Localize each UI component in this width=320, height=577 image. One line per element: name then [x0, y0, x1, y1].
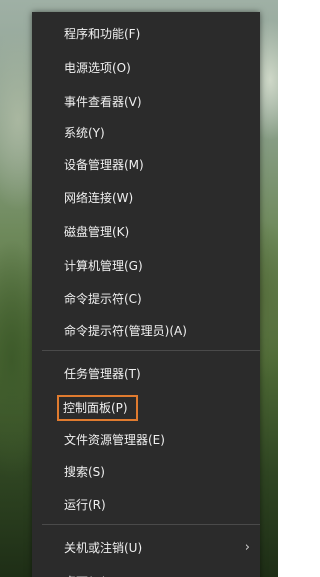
menu-item-label: 系统(Y)	[64, 126, 105, 140]
menu-item-event-viewer[interactable]: 事件查看器(V)	[32, 87, 260, 117]
menu-item-label: 任务管理器(T)	[64, 367, 141, 381]
menu-item-task-manager[interactable]: 任务管理器(T)	[32, 359, 260, 389]
menu-item-label: 事件查看器(V)	[64, 95, 142, 109]
menu-item-power-options[interactable]: 电源选项(O)	[32, 53, 260, 83]
menu-item-control-panel[interactable]: 控制面板(P)	[32, 393, 260, 423]
menu-item-label: 控制面板(P)	[57, 395, 138, 421]
menu-item-label: 运行(R)	[64, 498, 106, 512]
menu-separator	[42, 524, 260, 525]
menu-item-label: 电源选项(O)	[64, 61, 131, 75]
menu-item-shutdown-or-sign-out[interactable]: 关机或注销(U) ›	[32, 533, 260, 563]
menu-item-system[interactable]: 系统(Y)	[32, 118, 260, 148]
chevron-right-icon: ›	[244, 540, 250, 555]
menu-item-label: 设备管理器(M)	[64, 158, 144, 172]
menu-item-label: 命令提示符(C)	[64, 292, 142, 306]
menu-item-network-connections[interactable]: 网络连接(W)	[32, 183, 260, 213]
menu-item-search[interactable]: 搜索(S)	[32, 457, 260, 487]
menu-separator	[42, 350, 260, 351]
menu-item-run[interactable]: 运行(R)	[32, 490, 260, 520]
menu-item-label: 搜索(S)	[64, 465, 105, 479]
menu-item-label: 文件资源管理器(E)	[64, 433, 165, 447]
menu-item-label: 计算机管理(G)	[64, 259, 143, 273]
desktop-screen: 程序和功能(F) 电源选项(O) 事件查看器(V) 系统(Y) 设备管理器(M)…	[0, 0, 278, 577]
menu-item-computer-management[interactable]: 计算机管理(G)	[32, 251, 260, 281]
menu-item-disk-management[interactable]: 磁盘管理(K)	[32, 217, 260, 247]
menu-item-label: 关机或注销(U)	[64, 541, 143, 555]
menu-item-command-prompt[interactable]: 命令提示符(C)	[32, 284, 260, 314]
menu-item-command-prompt-admin[interactable]: 命令提示符(管理员)(A)	[32, 316, 260, 346]
menu-item-label: 磁盘管理(K)	[64, 225, 130, 239]
menu-item-device-manager[interactable]: 设备管理器(M)	[32, 150, 260, 180]
menu-item-file-explorer[interactable]: 文件资源管理器(E)	[32, 425, 260, 455]
menu-item-label: 网络连接(W)	[64, 191, 134, 205]
winx-context-menu: 程序和功能(F) 电源选项(O) 事件查看器(V) 系统(Y) 设备管理器(M)…	[32, 12, 260, 577]
menu-item-desktop[interactable]: 桌面(D)	[32, 567, 260, 577]
menu-item-programs-and-features[interactable]: 程序和功能(F)	[32, 19, 260, 49]
menu-item-label: 程序和功能(F)	[64, 27, 141, 41]
menu-item-label: 命令提示符(管理员)(A)	[64, 324, 187, 338]
menu-item-label: 桌面(D)	[64, 567, 107, 577]
